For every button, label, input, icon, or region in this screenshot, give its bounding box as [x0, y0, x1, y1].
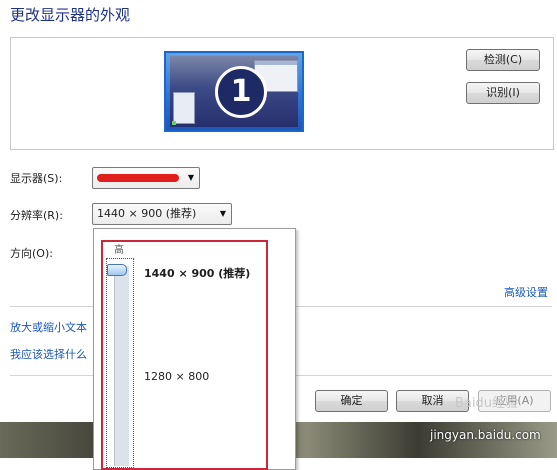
highlight-annotation [101, 240, 268, 470]
ok-button[interactable]: 确定 [315, 390, 388, 412]
resolution-select-value: 1440 × 900 (推荐) [97, 207, 197, 220]
page-title: 更改显示器的外观 [10, 6, 131, 24]
text-size-link[interactable]: 放大或缩小文本 [10, 319, 87, 335]
detect-button[interactable]: 检测(C) [466, 49, 540, 71]
mini-window-icon [173, 92, 195, 124]
chevron-down-icon: ▼ [187, 173, 194, 182]
redaction-mark [97, 174, 179, 182]
display-label: 显示器(S): [10, 172, 63, 185]
watermark-url: jingyan.baidu.com [430, 428, 541, 442]
which-settings-link[interactable]: 我应该选择什么 [10, 346, 87, 362]
monitor-screen: 1 [170, 56, 298, 127]
start-icon [172, 121, 176, 125]
monitor-number: 1 [215, 66, 267, 118]
resolution-select[interactable]: 1440 × 900 (推荐) ▼ [92, 203, 232, 225]
chevron-down-icon: ▼ [219, 209, 226, 218]
monitor-icon[interactable]: 1 [164, 51, 304, 132]
identify-button[interactable]: 识别(I) [466, 82, 540, 104]
watermark-brand: Baidu经验 [455, 396, 518, 411]
orientation-label: 方向(O): [10, 247, 53, 260]
advanced-settings-link[interactable]: 高级设置 [504, 284, 548, 300]
display-select[interactable]: ▼ [92, 167, 200, 189]
resolution-label: 分辨率(R): [10, 209, 63, 222]
